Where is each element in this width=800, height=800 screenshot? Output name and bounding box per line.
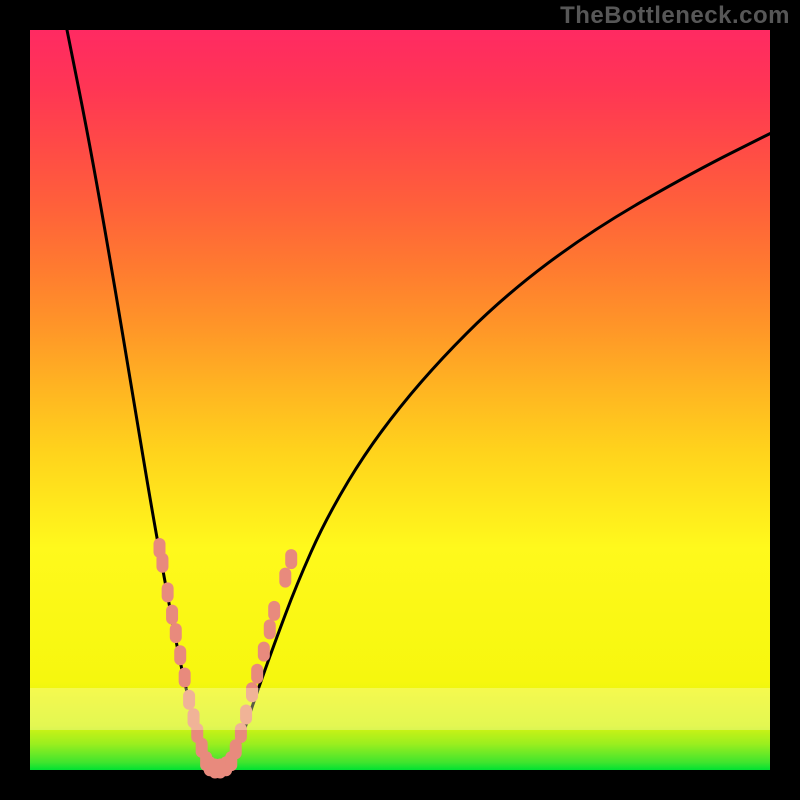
- marker-bead: [251, 664, 263, 684]
- marker-bead: [235, 723, 247, 743]
- marker-bead: [246, 682, 258, 702]
- plot-area: [30, 30, 770, 770]
- marker-bead: [183, 690, 195, 710]
- marker-bead: [156, 553, 168, 573]
- marker-bead: [240, 705, 252, 725]
- marker-bead: [258, 642, 270, 662]
- marker-bead: [162, 582, 174, 602]
- marker-bead: [268, 601, 280, 621]
- marker-bead: [285, 549, 297, 569]
- marker-bead: [166, 605, 178, 625]
- watermark-text: TheBottleneck.com: [560, 2, 790, 30]
- marker-bead: [279, 568, 291, 588]
- curve-right: [230, 134, 770, 770]
- marker-bead: [174, 645, 186, 665]
- marker-cluster: [154, 538, 298, 779]
- curve-left: [67, 30, 208, 770]
- marker-bead: [179, 668, 191, 688]
- curves-svg: [30, 30, 770, 770]
- marker-bead: [170, 623, 182, 643]
- marker-bead: [264, 619, 276, 639]
- chart-stage: TheBottleneck.com: [0, 0, 800, 800]
